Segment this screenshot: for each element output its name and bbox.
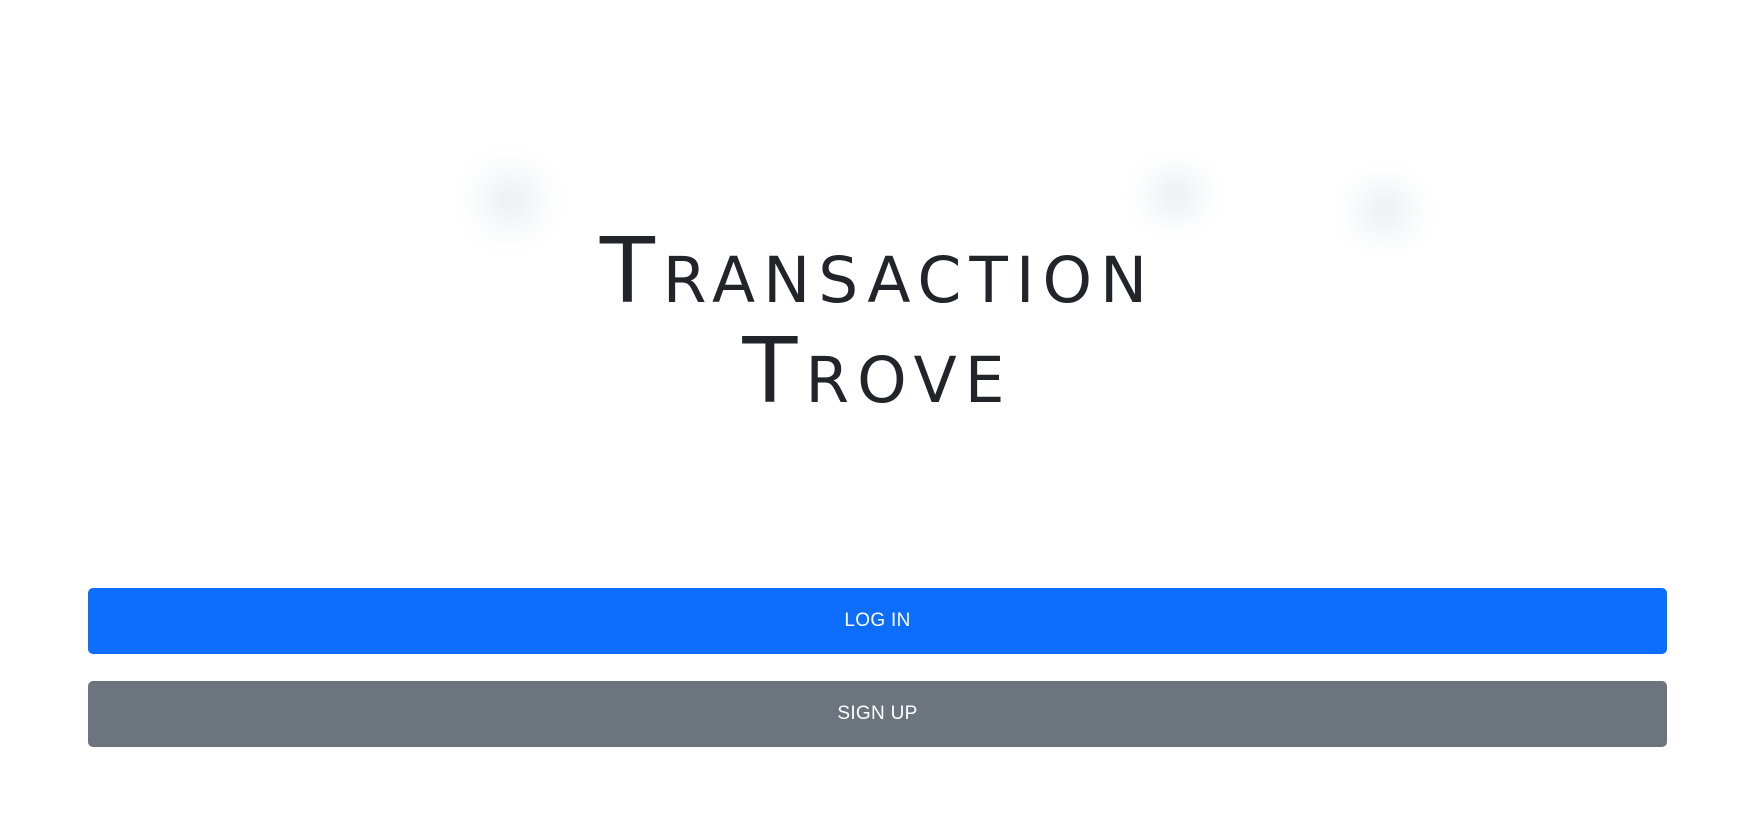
landing-page: Transaction Trove LOG IN SIGN UP <box>0 0 1755 824</box>
app-title-line-1: Transaction <box>599 219 1156 324</box>
app-title: Transaction Trove <box>0 222 1755 422</box>
signup-button[interactable]: SIGN UP <box>88 681 1667 747</box>
login-button[interactable]: LOG IN <box>88 588 1667 654</box>
app-title-line-2: Trove <box>742 319 1013 424</box>
